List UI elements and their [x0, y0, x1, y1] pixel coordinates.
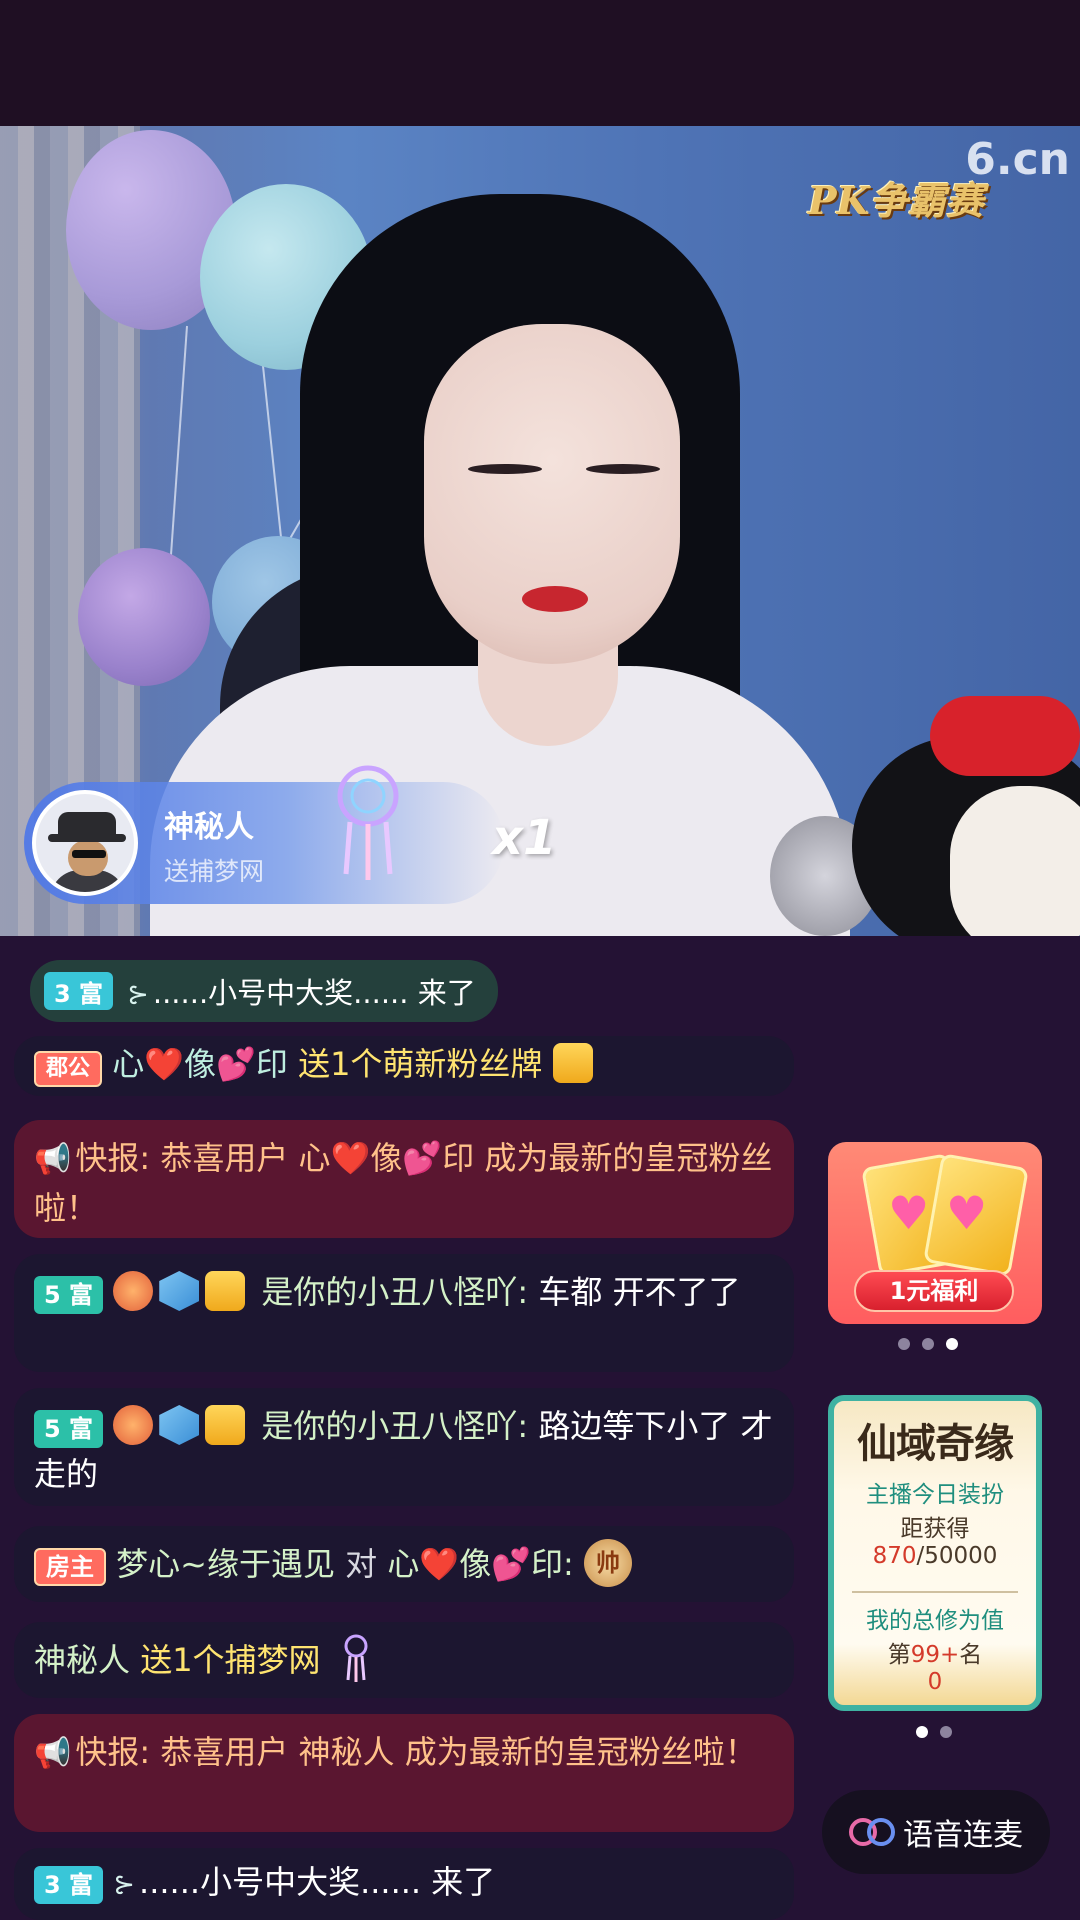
wealth-level-badge: 3 富: [34, 1866, 104, 1904]
pager-dot-active[interactable]: [946, 1338, 958, 1350]
streamer-face: [424, 324, 680, 664]
entry-text: ⊱ ......小号中大奖...... 来了: [127, 976, 476, 1010]
live-room-page: 6.cn PK争霸赛 神秘人 送捕梦网 x1 3 富 ⊱ ......小号中大奖.…: [0, 0, 1080, 1920]
chat-message: 5 富 是你的小丑八怪吖: 路边等下小了 才走的: [14, 1388, 794, 1506]
pk-contest-logo[interactable]: PK争霸赛: [808, 170, 984, 225]
chat-message: 神秘人 送1个捕梦网: [14, 1622, 794, 1698]
chat-username[interactable]: 是你的小丑八怪吖:: [261, 1407, 528, 1445]
chat-message: 5 富 是你的小丑八怪吖: 车都 开不了了: [14, 1254, 794, 1372]
pager-dot[interactable]: [940, 1726, 952, 1738]
gift-action-text: 送捕梦网: [164, 857, 265, 886]
chat-action: 送1个捕梦网: [140, 1641, 321, 1679]
event-line: 距获得: [900, 1516, 970, 1542]
chat-message: 郡公 心❤️像💕印 送1个萌新粉丝牌: [14, 1036, 794, 1096]
user-badge-icon: [205, 1271, 246, 1311]
event-rank: 第99+名: [887, 1642, 983, 1668]
plush-bow: [930, 696, 1080, 776]
wealth-level-badge: 5 富: [34, 1276, 104, 1314]
chat-username[interactable]: 心❤️像💕印: [112, 1045, 288, 1083]
cube-badge-icon: [159, 1271, 200, 1311]
chat-message: 房主 梦心~缘于遇见 对 心❤️像💕印: 帅: [14, 1526, 794, 1602]
voice-link-button[interactable]: 语音连麦: [822, 1790, 1050, 1874]
gift-sender-name: 神秘人: [164, 810, 254, 845]
user-badge-icon: [205, 1405, 246, 1445]
heart-icon: ♥: [888, 1186, 930, 1240]
chat-target-user[interactable]: 心❤️像💕印:: [387, 1545, 573, 1583]
event-title: 仙域奇缘: [857, 1420, 1014, 1467]
title-badge: 郡公: [34, 1051, 103, 1087]
plush-face: [950, 786, 1080, 936]
heart-icon: ♥: [946, 1186, 988, 1240]
fan-badge-icon: [552, 1043, 593, 1083]
speaker-icon: 📢: [34, 1142, 72, 1177]
event-progress: 870/50000: [872, 1543, 998, 1569]
streamer-eye: [468, 464, 542, 474]
star-badge-icon: [113, 1271, 154, 1311]
dreamcatcher-icon: [344, 1634, 368, 1682]
welfare-promo-card[interactable]: ♥ ♥ 1元福利: [828, 1142, 1042, 1324]
gift-banner: 神秘人 送捕梦网 x1: [24, 765, 556, 904]
link-icon: [849, 1818, 895, 1846]
chat-username[interactable]: 是你的小丑八怪吖:: [261, 1273, 528, 1311]
pager-dot[interactable]: [898, 1338, 910, 1350]
event-value: 0: [927, 1669, 943, 1695]
chat-announcement: 📢 快报: 恭喜用户 神秘人 成为最新的皇冠粉丝啦！: [14, 1714, 794, 1832]
welfare-button[interactable]: 1元福利: [854, 1270, 1014, 1312]
avatar[interactable]: [32, 790, 138, 896]
entry-notice: 3 富 ⊱ ......小号中大奖...... 来了: [30, 960, 498, 1022]
speaker-icon: 📢: [34, 1736, 72, 1771]
event-line: 主播今日装扮: [866, 1482, 1004, 1508]
promo-pager: [898, 1338, 958, 1350]
dreamcatcher-icon: [337, 765, 399, 880]
chat-username[interactable]: 神秘人: [34, 1641, 130, 1679]
streamer-eye: [586, 464, 660, 474]
chat-action: 送1个萌新粉丝牌: [298, 1045, 543, 1083]
event-pager: [916, 1726, 952, 1738]
chat-username[interactable]: 心❤️像💕印: [299, 1139, 475, 1177]
cube-badge-icon: [159, 1405, 200, 1445]
event-line: 我的总修为值: [866, 1608, 1004, 1634]
top-bar: [0, 0, 1080, 126]
chat-announcement: 📢 快报: 恭喜用户 心❤️像💕印 成为最新的皇冠粉丝啦！: [14, 1120, 794, 1238]
chat-message: 3 富 ⊱ ......小号中大奖...... 来了: [14, 1848, 794, 1920]
pager-dot[interactable]: [922, 1338, 934, 1350]
chat-username[interactable]: 梦心~缘于遇见: [116, 1545, 335, 1583]
voice-link-label: 语音连麦: [903, 1818, 1023, 1853]
event-card[interactable]: 仙域奇缘 主播今日装扮 距获得 870/50000 我的总修为值 第99+名 0: [828, 1395, 1042, 1711]
chat-text: ......小号中大奖...... 来了: [139, 1863, 496, 1901]
divider: [852, 1591, 1018, 1593]
coin-icon: 帅: [584, 1539, 633, 1587]
chat-username[interactable]: 神秘人: [299, 1733, 395, 1771]
arrow-icon: ⊱: [127, 980, 149, 1010]
wealth-level-badge: 5 富: [34, 1410, 104, 1448]
pager-dot-active[interactable]: [916, 1726, 928, 1738]
gift-count: x1: [492, 810, 557, 866]
streamer-lips: [522, 586, 588, 612]
balloon: [78, 548, 210, 686]
chat-text: 车都 开不了了: [538, 1273, 741, 1311]
star-badge-icon: [113, 1405, 154, 1445]
host-badge: 房主: [34, 1548, 106, 1586]
arrow-icon: ⊱: [113, 1870, 136, 1900]
wealth-level-badge: 3 富: [44, 972, 114, 1010]
